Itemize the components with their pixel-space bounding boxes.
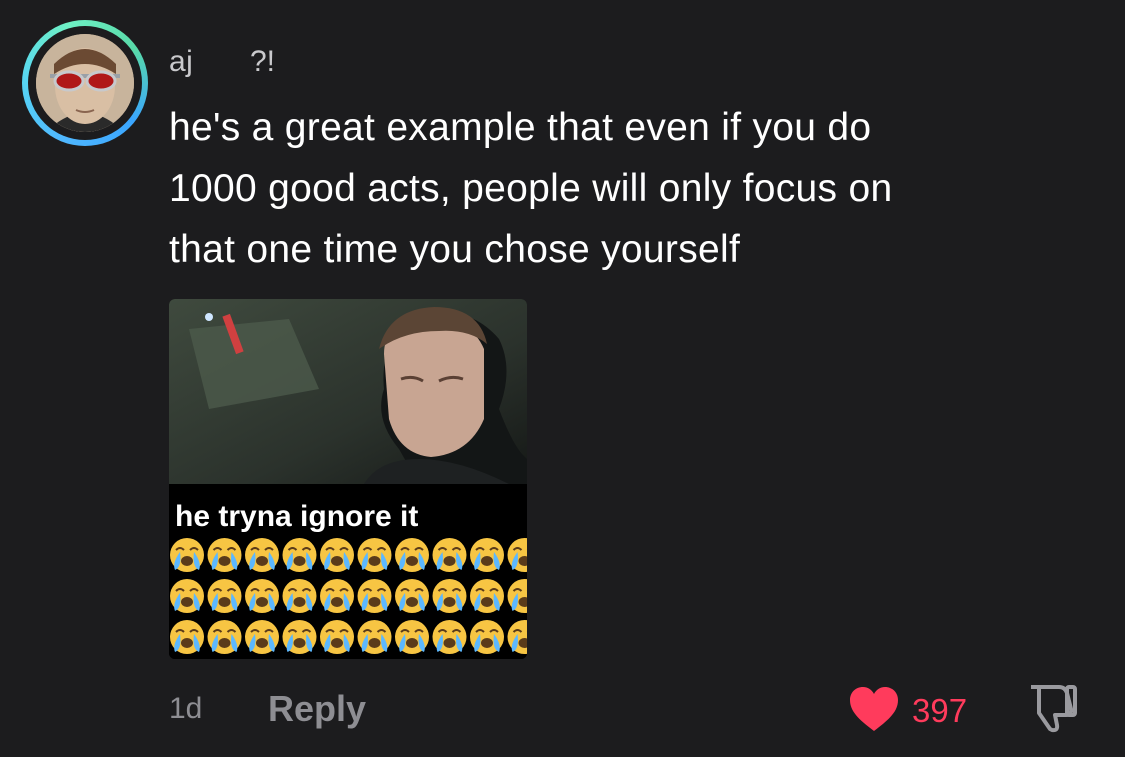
comment-username[interactable]: aj [169, 45, 193, 79]
crying-face-icon [282, 538, 317, 572]
comment-text-line: he's a great example that even if you do [169, 106, 872, 149]
crying-face-icon [432, 579, 467, 613]
heart-icon [850, 687, 898, 731]
avatar[interactable] [36, 34, 134, 132]
crying-face-icon [395, 579, 429, 613]
crying-face-icon [170, 538, 204, 572]
crying-face-icon [245, 620, 279, 654]
like-button[interactable] [848, 685, 900, 738]
crying-face-icon [320, 620, 354, 654]
reply-button[interactable]: Reply [268, 688, 366, 730]
crying-face-icon [282, 579, 317, 613]
crying-emoji-icons [170, 538, 527, 654]
crying-face-icon [470, 579, 504, 613]
comment-text: he's a great example that even if you do… [169, 97, 1089, 280]
crying-emoji-grid [169, 535, 527, 659]
crying-face-icon [207, 620, 242, 654]
crying-face-icon [170, 579, 204, 613]
like-count: 397 [912, 692, 968, 729]
crying-face-icon [507, 620, 527, 654]
crying-face-icon [245, 579, 279, 613]
crying-face-icon [507, 538, 527, 572]
crying-face-icon [207, 579, 242, 613]
crying-face-icon [207, 538, 242, 572]
crying-face-icon [395, 538, 429, 572]
thumbs-down-icon [1031, 685, 1077, 733]
dislike-button[interactable] [1025, 683, 1079, 738]
meme-caption: he tryna ignore it [175, 500, 419, 533]
comment-text-line: 1000 good acts, people will only focus o… [169, 167, 893, 210]
crying-face-icon [357, 579, 392, 613]
crying-face-icon [320, 579, 354, 613]
crying-face-icon [320, 538, 354, 572]
crying-face-icon [470, 620, 504, 654]
comment-text-line: that one time you chose yourself [169, 228, 741, 271]
crying-face-icon [507, 579, 527, 613]
crying-face-icon [245, 538, 279, 572]
crying-face-icon [470, 538, 504, 572]
avatar-story-ring[interactable] [22, 20, 148, 146]
crying-face-icon [432, 620, 467, 654]
comment-timestamp: 1d [169, 692, 203, 725]
crying-face-icon [395, 620, 429, 654]
crying-face-icon [282, 620, 317, 654]
avatar-image [36, 34, 134, 132]
comment-user-tag: ?! [250, 45, 276, 78]
crying-face-icon [170, 620, 204, 654]
crying-face-icon [357, 538, 392, 572]
crying-face-icon [432, 538, 467, 572]
crying-face-icon [357, 620, 392, 654]
